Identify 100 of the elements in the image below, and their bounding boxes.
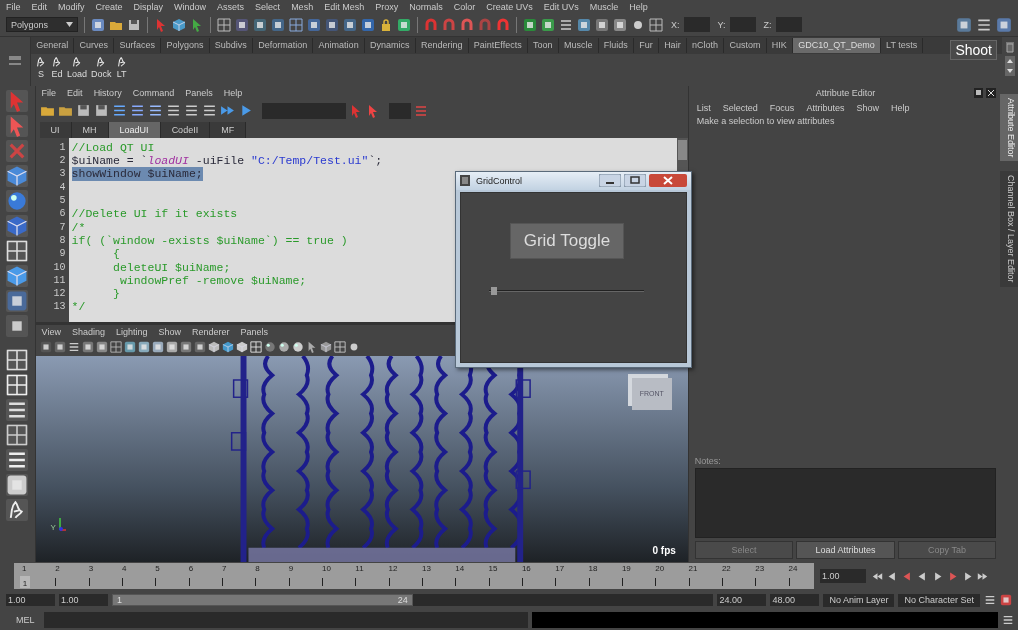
- menu-item[interactable]: Select: [255, 2, 281, 12]
- shelf-tab[interactable]: Fur: [634, 37, 659, 53]
- shelf-tab[interactable]: Rendering: [415, 37, 469, 53]
- menu-item[interactable]: Selected: [722, 102, 758, 113]
- slider-handle[interactable]: [491, 286, 498, 295]
- script-tab[interactable]: LoadUI: [108, 121, 161, 138]
- minimize-icon[interactable]: [599, 174, 621, 188]
- menu-item[interactable]: Color: [453, 2, 476, 12]
- step-back-icon[interactable]: [887, 570, 898, 582]
- shelf-tab[interactable]: LT tests: [880, 37, 924, 53]
- shelf-button[interactable]: Load: [66, 55, 89, 79]
- shelf-tab[interactable]: Toon: [527, 37, 559, 53]
- menu-item[interactable]: Proxy: [375, 2, 399, 12]
- shelf-tab[interactable]: Hair: [658, 37, 687, 53]
- menu-item[interactable]: Display: [133, 2, 164, 12]
- menu-item[interactable]: Assets: [217, 2, 245, 12]
- menu-item[interactable]: Modify: [58, 2, 85, 12]
- grid-icon[interactable]: [649, 17, 663, 32]
- shelf-tab[interactable]: Custom: [724, 37, 767, 53]
- shelf-button[interactable]: Ed: [50, 55, 64, 79]
- shelf-tab[interactable]: General: [31, 37, 75, 53]
- close-icon[interactable]: [649, 174, 687, 188]
- scroll-arrows-icon[interactable]: [1005, 55, 1015, 76]
- script-icon[interactable]: [6, 498, 29, 521]
- lock-icon[interactable]: [379, 17, 393, 32]
- menu-item[interactable]: Command: [132, 87, 175, 98]
- menu-item[interactable]: Help: [223, 87, 243, 98]
- language-label[interactable]: MEL: [16, 615, 40, 626]
- window-controls-icon[interactable]: [974, 87, 997, 98]
- menu-item[interactable]: Attributes: [806, 102, 845, 113]
- attribute-button[interactable]: Load Attributes: [796, 541, 895, 560]
- menu-set-dropdown[interactable]: Polygons: [6, 17, 78, 33]
- cube-icon[interactable]: [221, 341, 234, 354]
- current-frame-marker[interactable]: 1: [20, 576, 30, 589]
- trash-icon[interactable]: [1005, 40, 1015, 53]
- playback-end-field[interactable]: 24.00: [717, 594, 767, 607]
- grid-icon[interactable]: [109, 341, 122, 354]
- menu-item[interactable]: View: [41, 326, 61, 337]
- shelf-tab[interactable]: Muscle: [558, 37, 599, 53]
- save-icon[interactable]: [127, 17, 141, 32]
- save-icon[interactable]: [75, 103, 91, 119]
- input-field[interactable]: [388, 102, 411, 119]
- start-time-field[interactable]: 1.00: [6, 594, 55, 607]
- menu-item[interactable]: Lighting: [116, 326, 148, 337]
- current-time-field[interactable]: 1.00: [820, 569, 866, 584]
- key-forward-icon[interactable]: [947, 570, 958, 582]
- save-shelf-icon[interactable]: [93, 103, 109, 119]
- menu-item[interactable]: Show: [856, 102, 879, 113]
- sphere-icon[interactable]: [291, 341, 304, 354]
- notes-field[interactable]: [694, 468, 997, 539]
- grid-toggle-button[interactable]: Grid Toggle: [510, 222, 624, 259]
- menu-item[interactable]: Shading: [71, 326, 105, 337]
- menu-item[interactable]: Show: [158, 326, 182, 337]
- shelf-tab[interactable]: Polygons: [161, 37, 210, 53]
- menu-item[interactable]: Create UVs: [486, 2, 533, 12]
- coordinate-field[interactable]: [729, 17, 756, 33]
- menu-item[interactable]: Normals: [409, 2, 443, 12]
- menu-item[interactable]: Edit UVs: [543, 2, 579, 12]
- menu-item[interactable]: Focus: [769, 102, 795, 113]
- shelf-tab[interactable]: Deformation: [253, 37, 314, 53]
- script-tab[interactable]: UI: [39, 121, 72, 138]
- menu-item[interactable]: Panels: [185, 87, 213, 98]
- menu-item[interactable]: Muscle: [589, 2, 619, 12]
- sphere-icon[interactable]: [263, 341, 276, 354]
- side-tab[interactable]: Channel Box / Layer Editor: [1000, 171, 1018, 287]
- key-back-icon[interactable]: [902, 570, 913, 582]
- image-icon[interactable]: [91, 17, 105, 32]
- shelf-button[interactable]: S: [34, 55, 48, 79]
- shelf-menu-icon[interactable]: [8, 55, 22, 68]
- sphere-icon[interactable]: [277, 341, 290, 354]
- command-field[interactable]: [44, 612, 528, 629]
- maximize-icon[interactable]: [624, 174, 646, 188]
- playback-start-field[interactable]: 1.00: [59, 594, 108, 607]
- shelf-tab[interactable]: GDC10_QT_Demo: [793, 37, 881, 53]
- menu-item[interactable]: Help: [629, 2, 648, 12]
- menu-item[interactable]: Create: [95, 2, 123, 12]
- magnet-icon[interactable]: [460, 17, 474, 32]
- skip-to-start-icon[interactable]: [872, 570, 883, 582]
- menu-item[interactable]: List: [696, 102, 711, 113]
- range-slider[interactable]: 1 24: [112, 594, 413, 607]
- shelf-tab[interactable]: Surfaces: [114, 37, 162, 53]
- menu-item[interactable]: Mesh: [291, 2, 314, 12]
- time-slider[interactable]: 1 2 3 4 5 6 7 8 9 10 11 12 13 14 15 16 17 18 19 20 21 22 23 24 1: [14, 563, 814, 590]
- checker-icon[interactable]: [249, 341, 262, 354]
- play-icon[interactable]: [932, 570, 943, 582]
- cube-icon[interactable]: [207, 341, 220, 354]
- shelf-tab[interactable]: nCloth: [686, 37, 725, 53]
- menu-item[interactable]: Renderer: [192, 326, 230, 337]
- shelf-tab[interactable]: Animation: [313, 37, 365, 53]
- anim-layer-dropdown[interactable]: No Anim Layer: [823, 593, 895, 607]
- script-tab[interactable]: MF: [210, 121, 247, 138]
- menu-item[interactable]: Edit: [31, 2, 48, 12]
- shelf-tab[interactable]: Subdivs: [209, 37, 253, 53]
- play-back-icon[interactable]: [917, 570, 928, 582]
- layout-single-icon[interactable]: [6, 348, 29, 371]
- menu-item[interactable]: File: [41, 87, 57, 98]
- cube-icon[interactable]: [235, 341, 248, 354]
- character-set-dropdown[interactable]: No Character Set: [898, 593, 980, 607]
- grid-icon[interactable]: [333, 341, 346, 354]
- snap-grid-icon[interactable]: [217, 17, 231, 32]
